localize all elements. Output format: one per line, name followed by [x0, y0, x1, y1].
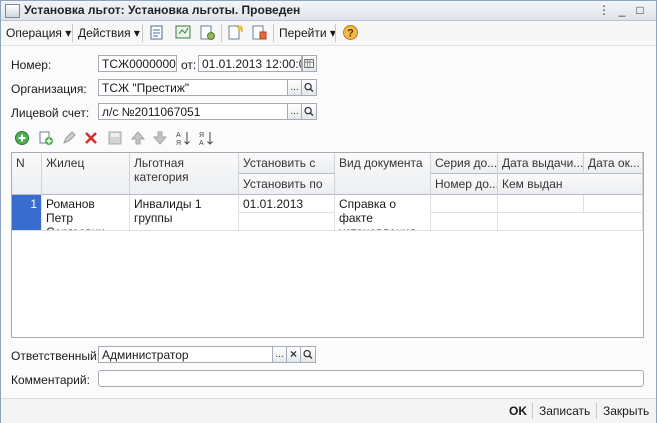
create-based-on-icon[interactable] — [227, 24, 244, 41]
comment-field[interactable] — [98, 370, 644, 387]
responsible-field[interactable]: Администратор — [98, 346, 273, 363]
account-field[interactable]: л/с №2011067051 — [98, 103, 288, 120]
issued-by-cell[interactable] — [498, 213, 643, 231]
organization-select-button[interactable]: ... — [288, 79, 302, 96]
from-label: от: — [181, 58, 197, 72]
sort-descending-icon[interactable]: ЯA — [198, 130, 214, 146]
series-cell[interactable] — [431, 195, 498, 213]
resident-cell[interactable]: Романов Петр Сергеевич — [42, 195, 130, 231]
benefits-table[interactable]: N Жилец Льготная категория Установить с … — [11, 152, 644, 338]
goto-menu[interactable]: Перейти ▾ — [279, 26, 336, 40]
svg-text:Я: Я — [199, 132, 204, 139]
main-toolbar: Операция ▾ Действия ▾ Перейти ▾ ? — [1, 21, 656, 46]
document-settings-icon[interactable] — [199, 24, 216, 41]
account-select-button[interactable]: ... — [288, 103, 302, 120]
print-document-icon[interactable] — [251, 24, 268, 41]
document-window: Установка льгот: Установка льготы. Прове… — [0, 0, 657, 423]
svg-text:Я: Я — [176, 140, 181, 146]
issue-date-cell[interactable] — [498, 195, 584, 213]
maximize-button[interactable]: □ — [633, 3, 647, 17]
row-number-cell[interactable]: 1 — [12, 195, 42, 231]
comment-label: Комментарий: — [11, 373, 90, 387]
calendar-icon[interactable] — [302, 55, 317, 72]
column-header-issue-date[interactable]: Дата выдачи... — [498, 153, 584, 174]
responsible-open-icon[interactable] — [301, 346, 316, 363]
save-button[interactable]: Записать — [539, 404, 590, 418]
edit-row-icon[interactable] — [61, 130, 77, 146]
account-open-icon[interactable] — [302, 103, 317, 120]
number-cell[interactable] — [431, 213, 498, 231]
column-header-date-ok[interactable]: Дата ок... — [584, 153, 643, 174]
move-up-icon[interactable] — [130, 130, 146, 146]
column-header-issued-by[interactable]: Кем выдан — [498, 174, 643, 195]
column-header-n[interactable]: N — [12, 153, 42, 195]
account-label: Лицевой счет: — [11, 106, 90, 120]
movements-report-icon[interactable] — [175, 24, 192, 41]
column-header-set-to[interactable]: Установить по — [239, 174, 335, 195]
document-icon — [5, 4, 20, 18]
responsible-clear-button[interactable]: × — [287, 346, 301, 363]
window-menu-icon[interactable]: ⋮ — [597, 3, 611, 17]
add-row-icon[interactable] — [14, 130, 30, 146]
window-title: Установка льгот: Установка льготы. Прове… — [24, 3, 301, 17]
copy-row-icon[interactable] — [38, 130, 54, 146]
svg-text:?: ? — [347, 28, 354, 40]
column-header-number[interactable]: Номер до... — [431, 174, 498, 195]
column-header-category[interactable]: Льготная категория — [130, 153, 239, 195]
end-edit-icon[interactable] — [107, 130, 123, 146]
organization-open-icon[interactable] — [302, 79, 317, 96]
date-field[interactable]: 01.01.2013 12:00:00 — [198, 55, 302, 72]
sort-ascending-icon[interactable]: AЯ — [175, 130, 191, 146]
responsible-select-button[interactable]: ... — [273, 346, 287, 363]
number-field[interactable]: ТСЖ00000001 — [98, 55, 177, 72]
delete-row-icon[interactable] — [83, 130, 99, 146]
svg-text:A: A — [176, 132, 181, 139]
number-label: Номер: — [11, 58, 52, 72]
form-footer: OK Записать Закрыть — [1, 398, 656, 423]
operation-menu[interactable]: Операция ▾ — [6, 26, 71, 40]
actions-menu[interactable]: Действия ▾ — [78, 26, 140, 40]
organization-field[interactable]: ТСЖ "Престиж" — [98, 79, 288, 96]
date-ok-cell[interactable] — [584, 195, 643, 213]
ok-button[interactable]: OK — [509, 404, 527, 418]
column-header-set-from[interactable]: Установить с — [239, 153, 335, 174]
title-bar: Установка льгот: Установка льготы. Прове… — [1, 1, 656, 21]
category-cell[interactable]: Инвалиды 1 группы — [130, 195, 239, 231]
doc-type-cell[interactable]: Справка о факте установления ... — [335, 195, 431, 231]
close-button[interactable]: Закрыть — [603, 404, 649, 418]
column-header-doc-type[interactable]: Вид документа — [335, 153, 431, 195]
set-to-cell[interactable] — [239, 213, 335, 231]
responsible-label: Ответственный: — [11, 349, 101, 363]
help-icon[interactable]: ? — [342, 24, 359, 41]
move-down-icon[interactable] — [152, 130, 168, 146]
column-header-series[interactable]: Серия до... — [431, 153, 498, 174]
svg-text:A: A — [199, 140, 204, 146]
post-document-icon[interactable] — [149, 24, 166, 41]
column-header-resident[interactable]: Жилец — [42, 153, 130, 195]
set-from-cell[interactable]: 01.01.2013 — [239, 195, 335, 213]
organization-label: Организация: — [11, 82, 87, 96]
minimize-button[interactable]: _ — [615, 3, 629, 17]
